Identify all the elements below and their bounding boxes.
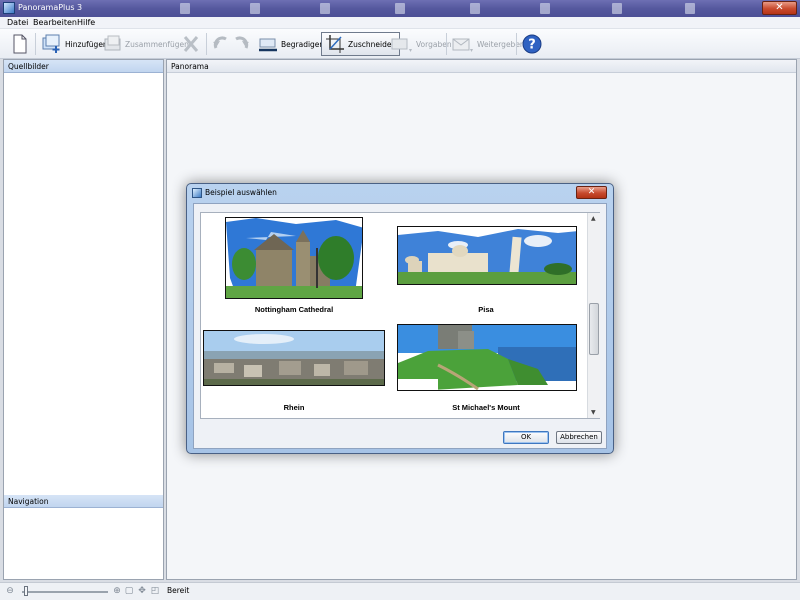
scroll-up-arrow[interactable]: ▲ (591, 215, 596, 222)
share-envelope-icon (452, 38, 473, 52)
gallery-scrollbar[interactable]: ▲ ▼ (587, 213, 600, 418)
toolbar-separator (206, 33, 207, 55)
taskbar-ghost-icon (685, 3, 695, 14)
window-close-button[interactable]: ✕ (762, 1, 797, 15)
taskbar-ghost-icon (470, 3, 480, 14)
delete-button[interactable] (182, 32, 200, 56)
example-caption-stmichaels: St Michael's Mount (452, 403, 520, 412)
example-thumbnail-pisa[interactable] (397, 226, 577, 285)
crop-label: Zuschneiden (348, 39, 397, 49)
toolbar-separator (516, 33, 517, 55)
dialog-body: Nottingham Cathedral Pisa Rhein St Micha… (193, 203, 607, 449)
new-document-icon (13, 34, 27, 54)
add-label: Hinzufügen (65, 39, 108, 49)
taskbar-ghost-icon (250, 3, 260, 14)
presets-icon (391, 38, 412, 52)
menu-bar: Datei Bearbeiten Hilfe (0, 17, 800, 29)
nottingham-image (226, 218, 362, 298)
rotate-right-icon (235, 36, 249, 49)
new-button[interactable] (12, 32, 28, 56)
select-example-dialog: Beispiel auswählen ✕ Nottingham Cathedra… (186, 183, 614, 454)
menu-datei[interactable]: Datei (7, 18, 28, 27)
example-thumbnail-rhein[interactable] (203, 330, 385, 386)
straighten-label: Begradigen (281, 39, 325, 49)
window-titlebar: PanoramaPlus 3 ✕ (0, 0, 800, 17)
zoom-slider-thumb[interactable] (23, 586, 28, 596)
actual-size-icon[interactable]: ◰ (150, 586, 160, 596)
share-label: Weitergeben (477, 39, 525, 49)
straighten-button[interactable]: Begradigen (258, 32, 324, 56)
delete-x-icon (183, 36, 199, 52)
fit-view-icon[interactable]: ▢ (124, 586, 134, 596)
source-images-pane[interactable]: Quellbilder Navigation (3, 59, 164, 580)
status-bar: ⊖ ⊕ ▢ ✥ ◰ Bereit (0, 582, 800, 600)
zoom-in-icon[interactable]: ⊕ (112, 586, 122, 596)
dialog-app-icon (192, 188, 202, 198)
rotate-left-icon (213, 36, 227, 49)
add-images-icon (42, 34, 60, 53)
menu-hilfe[interactable]: Hilfe (77, 18, 95, 27)
status-text: Bereit (167, 586, 190, 595)
toolbar-separator (35, 33, 36, 55)
navigation-header: Navigation (4, 495, 163, 508)
merge-icon (104, 35, 121, 51)
source-images-header: Quellbilder (4, 60, 163, 73)
app-icon (3, 2, 15, 14)
merge-button[interactable]: Zusammenfügen (104, 32, 189, 56)
window-title: PanoramaPlus 3 (18, 3, 83, 12)
menu-bearbeiten[interactable]: Bearbeiten (33, 18, 77, 27)
taskbar-ghost-icon (180, 3, 190, 14)
dialog-title: Beispiel auswählen (205, 188, 277, 197)
example-thumbnail-nottingham[interactable] (225, 217, 363, 299)
toolbar: Hinzufügen Zusammenfügen Begradigen Zusc… (0, 29, 800, 59)
scrollbar-thumb[interactable] (589, 303, 599, 355)
help-icon: ? (522, 34, 542, 54)
taskbar-ghost-icon (612, 3, 622, 14)
svg-text:?: ? (528, 38, 536, 53)
merge-label: Zusammenfügen (125, 39, 189, 49)
straighten-icon (259, 38, 277, 52)
move-icon[interactable]: ✥ (137, 586, 147, 596)
pisa-image (398, 227, 576, 284)
add-button[interactable]: Hinzufügen (42, 32, 108, 56)
ok-button[interactable]: OK (503, 431, 549, 444)
example-thumbnail-stmichaels[interactable] (397, 324, 577, 391)
rotate-left-button[interactable] (212, 32, 230, 56)
zoom-out-icon[interactable]: ⊖ (5, 586, 15, 596)
example-caption-rhein: Rhein (283, 403, 305, 412)
taskbar-ghost-icon (540, 3, 550, 14)
stmichaels-image (398, 325, 576, 390)
share-button[interactable]: Weitergeben (452, 32, 525, 56)
crop-button[interactable]: Zuschneiden (321, 32, 401, 56)
dialog-close-button[interactable]: ✕ (576, 186, 607, 199)
example-caption-pisa: Pisa (478, 305, 494, 314)
rotate-right-button[interactable] (232, 32, 250, 56)
help-button[interactable]: ? (522, 32, 542, 56)
toolbar-separator (446, 33, 447, 55)
rhein-image (204, 331, 384, 385)
example-gallery[interactable]: Nottingham Cathedral Pisa Rhein St Micha… (200, 212, 600, 419)
example-caption-nottingham: Nottingham Cathedral (254, 305, 334, 314)
cancel-button[interactable]: Abbrechen (556, 431, 602, 444)
presets-button[interactable]: Vorgaben (391, 32, 452, 56)
panorama-header: Panorama (167, 60, 796, 73)
taskbar-ghost-icon (395, 3, 405, 14)
scroll-down-arrow[interactable]: ▼ (591, 409, 596, 416)
zoom-slider[interactable] (22, 591, 108, 593)
taskbar-ghost-icon (320, 3, 330, 14)
crop-icon (326, 35, 344, 53)
